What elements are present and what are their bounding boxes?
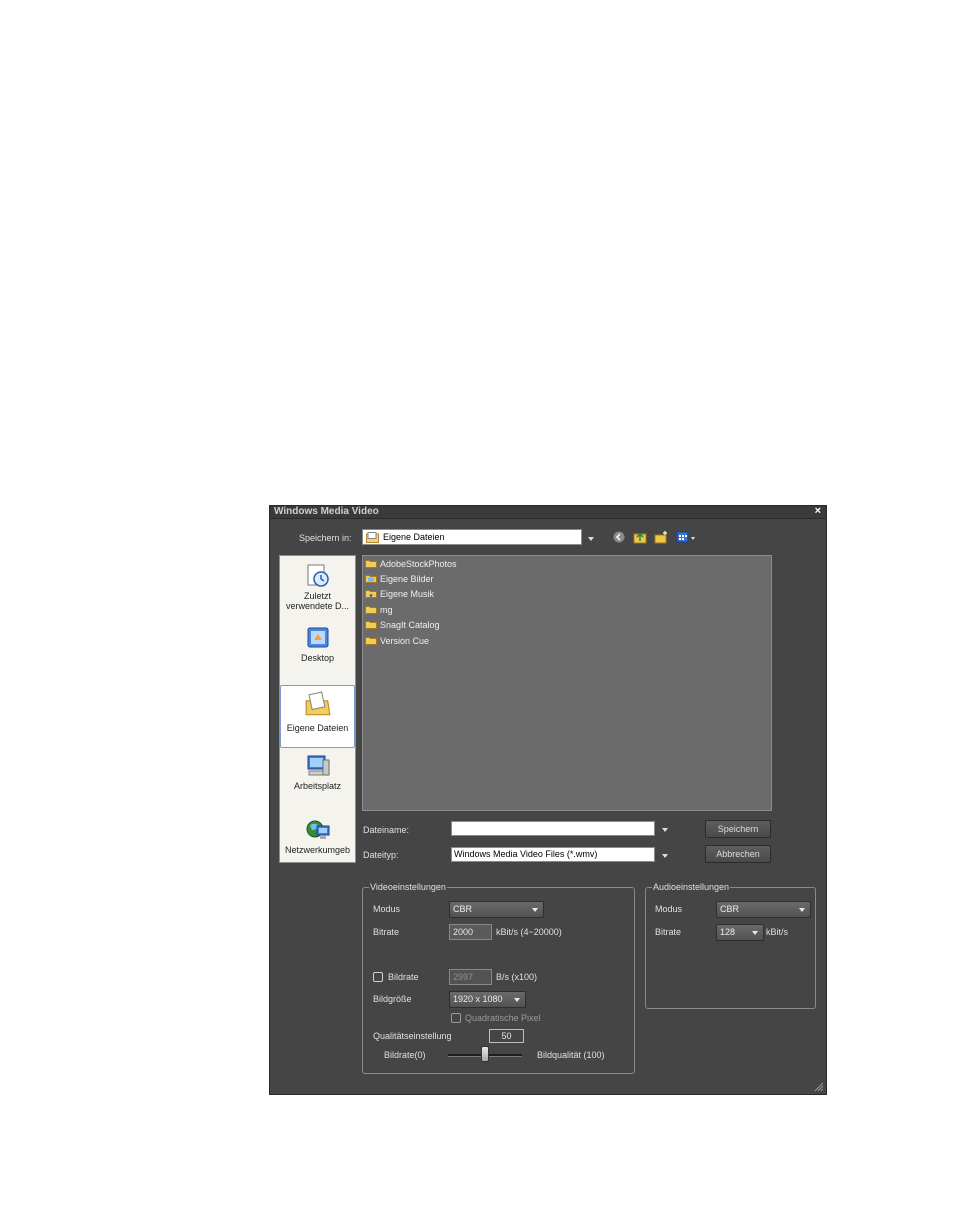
- place-desktop[interactable]: Desktop: [280, 626, 355, 663]
- audio-settings-group: Audioeinstellungen Modus CBR Bitrate 128…: [645, 881, 816, 1009]
- framesize-select[interactable]: 1920 x 1080: [449, 991, 526, 1008]
- audio-bitrate-label: Bitrate: [655, 927, 682, 937]
- dialog-title: Windows Media Video: [274, 506, 379, 517]
- file-name: mg: [380, 605, 393, 615]
- place-desktop-label: Desktop: [300, 653, 335, 663]
- audio-bitrate-select[interactable]: 128: [716, 924, 764, 941]
- audio-bitrate-value: 128: [720, 927, 736, 937]
- network-icon: [306, 820, 329, 839]
- computer-icon: [307, 755, 329, 776]
- file-name: Eigene Bilder: [380, 574, 434, 584]
- save-in-label: Speichern in:: [299, 533, 352, 543]
- filename-dropdown-icon[interactable]: [662, 828, 668, 832]
- square-pixel-checkbox[interactable]: [451, 1013, 461, 1023]
- framerate-field[interactable]: 2997: [449, 969, 492, 985]
- chevron-down-icon: [799, 908, 805, 912]
- cancel-button[interactable]: Abbrechen: [705, 845, 771, 863]
- file-name: SnagIt Catalog: [380, 620, 440, 630]
- place-my-documents-label: Eigene Dateien: [286, 723, 349, 733]
- file-name: Version Cue: [380, 636, 430, 646]
- list-item[interactable]: Version Cue: [365, 636, 429, 647]
- save-button[interactable]: Speichern: [705, 820, 771, 838]
- video-bitrate-field[interactable]: 2000: [449, 924, 492, 940]
- audio-mode-label: Modus: [655, 904, 683, 914]
- save-in-combo[interactable]: Eigene Dateien: [362, 529, 582, 545]
- title-bar[interactable]: Windows Media Video ×: [270, 505, 826, 519]
- place-recent-label: Zuletzt verwendete D...: [285, 591, 350, 611]
- filetype-label: Dateityp:: [363, 850, 399, 860]
- file-name: AdobeStockPhotos: [380, 559, 457, 569]
- pictures-folder-icon: [365, 575, 377, 583]
- quality-label: Qualitätseinstellung: [373, 1031, 452, 1041]
- place-computer-label: Arbeitsplatz: [293, 781, 342, 791]
- my-documents-icon: [366, 532, 379, 543]
- chevron-down-icon: [532, 908, 538, 912]
- quality-slider-thumb[interactable]: [481, 1046, 489, 1062]
- new-folder-icon[interactable]: [654, 530, 668, 544]
- list-item[interactable]: Eigene Bilder: [365, 574, 434, 585]
- audio-mode-value: CBR: [720, 904, 740, 914]
- framerate-unit: B/s (x100): [496, 972, 538, 982]
- chevron-down-icon: [752, 931, 758, 935]
- framerate-checkbox[interactable]: [373, 972, 383, 982]
- close-icon[interactable]: ×: [815, 505, 821, 517]
- audio-mode-select[interactable]: CBR: [716, 901, 811, 918]
- place-my-documents[interactable]: Eigene Dateien: [280, 685, 355, 748]
- music-folder-icon: [365, 590, 377, 598]
- place-network[interactable]: Netzwerkumgeb: [280, 818, 355, 855]
- slider-left-label: Bildrate(0): [384, 1050, 426, 1060]
- video-mode-value: CBR: [453, 904, 473, 914]
- folder-icon: [365, 621, 377, 629]
- file-name: Eigene Musik: [380, 589, 435, 599]
- places-bar: Zuletzt verwendete D... Desktop Eigene D…: [279, 555, 356, 863]
- windows-media-video-dialog: Windows Media Video × Speichern in: Eige…: [269, 505, 827, 1095]
- my-documents-icon: [305, 691, 330, 716]
- folder-icon: [365, 637, 377, 645]
- view-menu-dropdown-icon[interactable]: [691, 537, 695, 540]
- video-settings-legend: Videoeinstellungen: [369, 881, 447, 893]
- up-folder-icon[interactable]: [633, 530, 647, 544]
- audio-bitrate-unit: kBit/s: [766, 927, 789, 937]
- back-icon[interactable]: [612, 530, 626, 544]
- save-in-dropdown-icon[interactable]: [588, 537, 594, 541]
- filename-field[interactable]: [451, 821, 655, 836]
- file-list[interactable]: AdobeStockPhotos Eigene Bilder Eigene Mu…: [362, 555, 772, 811]
- recent-icon: [307, 564, 329, 587]
- place-recent[interactable]: Zuletzt verwendete D...: [280, 564, 355, 611]
- list-item[interactable]: AdobeStockPhotos: [365, 559, 457, 570]
- view-menu-icon[interactable]: [676, 530, 690, 544]
- folder-icon: [365, 606, 377, 614]
- filetype-select[interactable]: Windows Media Video Files (*.wmv): [451, 847, 655, 862]
- place-network-label: Netzwerkumgeb: [284, 845, 351, 855]
- video-mode-select[interactable]: CBR: [449, 901, 544, 918]
- quality-value-field[interactable]: 50: [489, 1029, 524, 1043]
- filename-label: Dateiname:: [363, 825, 410, 835]
- list-item[interactable]: SnagIt Catalog: [365, 620, 440, 631]
- framerate-label: Bildrate: [388, 972, 419, 982]
- video-settings-group: Videoeinstellungen Modus CBR Bitrate 200…: [362, 881, 635, 1074]
- square-pixel-label: Quadratische Pixel: [465, 1013, 541, 1023]
- resize-grip-icon[interactable]: [812, 1080, 824, 1092]
- list-item[interactable]: mg: [365, 605, 393, 616]
- video-mode-label: Modus: [373, 904, 401, 914]
- video-bitrate-unit: kBit/s (4~20000): [496, 927, 562, 937]
- place-computer[interactable]: Arbeitsplatz: [280, 754, 355, 791]
- audio-settings-legend: Audioeinstellungen: [652, 881, 731, 893]
- framesize-value: 1920 x 1080: [453, 994, 503, 1004]
- folder-icon: [365, 560, 377, 568]
- chevron-down-icon: [514, 998, 520, 1002]
- list-item[interactable]: Eigene Musik: [365, 589, 434, 600]
- filetype-dropdown-icon[interactable]: [662, 854, 668, 858]
- slider-right-label: Bildqualität (100): [537, 1050, 605, 1060]
- video-bitrate-label: Bitrate: [373, 927, 400, 937]
- save-in-value: Eigene Dateien: [383, 532, 445, 542]
- desktop-icon: [307, 627, 328, 648]
- framesize-label: Bildgröße: [373, 994, 412, 1004]
